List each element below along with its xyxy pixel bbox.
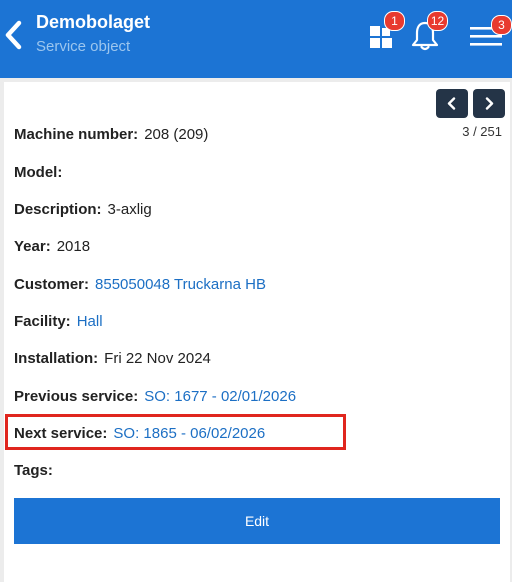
description-value: 3-axlig [107,201,152,218]
installation-row: Installation: Fri 22 Nov 2024 [14,350,211,367]
year-label: Year: [14,238,51,255]
page-subtitle: Service object [36,38,131,55]
customer-label: Customer: [14,276,90,293]
customer-row: Customer: 855050048 Truckarna HB [14,276,266,293]
back-button[interactable] [3,18,25,52]
previous-service-label: Previous service: [14,388,139,405]
notifications-button[interactable]: 12 [410,11,448,52]
notifications-badge: 12 [427,11,448,31]
previous-service-link[interactable]: SO: 1677 - 02/01/2026 [144,388,296,405]
next-button[interactable] [473,89,505,118]
facility-row: Facility: Hall [14,313,103,330]
year-row: Year: 2018 [14,238,90,255]
machine-number-value: 208 (209) [144,126,209,143]
chevron-left-icon [447,97,456,110]
description-row: Description: 3-axlig [14,201,152,218]
description-label: Description: [14,201,102,218]
chevron-right-icon [485,97,494,110]
model-label: Model: [14,164,63,181]
menu-badge: 3 [491,15,512,35]
apps-badge: 1 [384,11,405,31]
previous-service-row: Previous service: SO: 1677 - 02/01/2026 [14,388,296,405]
page-title: Demobolaget [36,12,151,32]
menu-button[interactable]: 3 [470,15,512,48]
edit-button[interactable]: Edit [14,498,500,544]
customer-link[interactable]: 855050048 Truckarna HB [95,276,266,293]
facility-label: Facility: [14,313,71,330]
record-counter: 3 / 251 [462,124,502,139]
previous-button[interactable] [436,89,468,118]
installation-value: Fri 22 Nov 2024 [104,350,211,367]
machine-number-row: Machine number: 208 (209) [14,126,208,143]
model-row: Model: [14,164,68,181]
year-value: 2018 [56,238,91,255]
tags-label: Tags: [14,462,53,479]
machine-number-label: Machine number: [14,126,139,143]
app-header: Demobolaget Service object 1 12 3 [0,0,512,78]
chevron-left-icon [5,20,22,50]
facility-link[interactable]: Hall [77,313,103,330]
highlight-annotation [5,414,346,450]
apps-button[interactable]: 1 [368,11,405,50]
tags-row: Tags: [14,462,59,479]
installation-label: Installation: [14,350,99,367]
